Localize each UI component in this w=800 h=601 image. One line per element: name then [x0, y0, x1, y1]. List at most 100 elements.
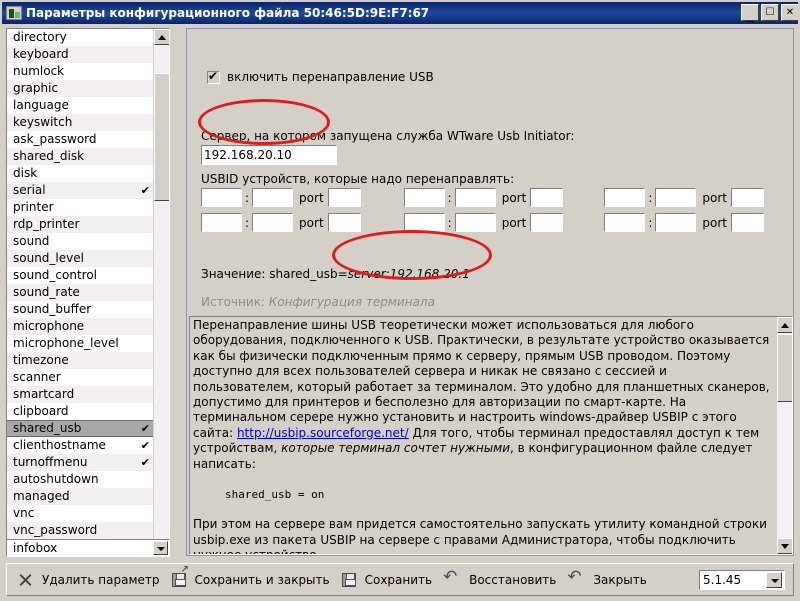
parameter-combo[interactable]: infobox — [6, 539, 170, 557]
sidebar-item-label: ask_password — [13, 131, 97, 148]
usbid-vendor-input[interactable] — [404, 188, 445, 207]
sidebar-item-sound-buffer[interactable]: sound_buffer — [7, 301, 154, 318]
restore-label: Восстановить — [469, 573, 556, 587]
sidebar-item-ask-password[interactable]: ask_password — [7, 131, 154, 148]
sidebar-item-sound-control[interactable]: sound_control — [7, 267, 154, 284]
sidebar-item-label: keyboard — [13, 46, 69, 63]
sidebar-item-clienthostname[interactable]: clienthostname✔ — [7, 437, 154, 454]
usbid-product-input[interactable] — [455, 213, 496, 232]
save-label: Сохранить — [365, 573, 433, 587]
usbid-port-input[interactable] — [328, 213, 361, 232]
description-pane: Перенаправление шины USB теоретически мо… — [189, 316, 793, 555]
sidebar-item-keyswitch[interactable]: keyswitch — [7, 114, 154, 131]
usbid-product-input[interactable] — [252, 188, 293, 207]
sidebar-item-timezone[interactable]: timezone — [7, 352, 154, 369]
description-scrollbar[interactable] — [776, 317, 792, 554]
usbid-vendor-input[interactable] — [604, 188, 645, 207]
restore-button[interactable]: Восстановить — [442, 566, 566, 594]
description-scrollbar-thumb[interactable] — [777, 334, 793, 402]
sidebar-item-scanner[interactable]: scanner — [7, 369, 154, 386]
usbid-group: :port — [201, 213, 361, 232]
parameter-list[interactable]: directorykeyboardnumlockgraphiclanguagek… — [6, 28, 170, 556]
sidebar-item-label: language — [13, 97, 69, 114]
minimize-button[interactable]: _ — [741, 4, 759, 21]
minimize-icon: _ — [742, 5, 758, 20]
version-combo[interactable]: 5.1.45 — [699, 570, 785, 590]
sidebar-item-label: sound_rate — [13, 284, 80, 301]
usbid-product-input[interactable] — [252, 213, 293, 232]
usbid-product-input[interactable] — [455, 188, 496, 207]
parameter-list-scrollbar[interactable] — [153, 29, 169, 555]
sidebar-item-clipboard[interactable]: clipboard — [7, 403, 154, 420]
sidebar-item-shared-usb[interactable]: shared_usb✔ — [7, 420, 154, 437]
port-label: port — [702, 191, 727, 205]
sidebar-item-microphone-level[interactable]: microphone_level — [7, 335, 154, 352]
usbid-port-input[interactable] — [731, 213, 764, 232]
sidebar-item-managed[interactable]: managed — [7, 488, 154, 505]
usbid-port-input[interactable] — [731, 188, 764, 207]
chevron-down-icon[interactable] — [766, 572, 782, 588]
enable-usb-redirection-row[interactable]: включить перенаправление USB — [207, 70, 434, 84]
save-and-close-button[interactable]: Сохранить и закрыть — [170, 566, 340, 594]
close-dialog-button[interactable]: Закрыть — [566, 566, 656, 594]
usbid-port-input[interactable] — [328, 188, 361, 207]
save-and-close-label: Сохранить и закрыть — [195, 573, 330, 587]
scrollbar-thumb[interactable] — [154, 73, 170, 201]
sidebar-item-printer[interactable]: printer — [7, 199, 154, 216]
value-line: Значение: shared_usb=server:192.168.20.1 — [201, 267, 470, 281]
sidebar-item-microphone[interactable]: microphone — [7, 318, 154, 335]
sidebar-item-vnc-password[interactable]: vnc_password — [7, 522, 154, 539]
usbip-link[interactable]: http://usbip.sourceforge.net/ — [237, 426, 409, 440]
server-input[interactable] — [201, 145, 337, 165]
description-scroll-down-button[interactable] — [777, 538, 793, 554]
sidebar-item-sound[interactable]: sound — [7, 233, 154, 250]
enable-usb-redirection-checkbox[interactable] — [207, 71, 220, 84]
sidebar-item-language[interactable]: language — [7, 97, 154, 114]
usbid-vendor-input[interactable] — [404, 213, 445, 232]
usbid-port-input[interactable] — [530, 213, 563, 232]
usbid-vendor-input[interactable] — [201, 188, 242, 207]
scroll-up-button[interactable] — [154, 29, 170, 45]
sidebar-item-shared-disk[interactable]: shared_disk — [7, 148, 154, 165]
usbid-group: :port — [404, 188, 564, 207]
sidebar-item-disk[interactable]: disk — [7, 165, 154, 182]
chevron-down-icon[interactable] — [153, 541, 168, 555]
titlebar[interactable]: Параметры конфигурационного файла 50:46:… — [2, 2, 800, 24]
usbid-product-input[interactable] — [655, 188, 696, 207]
save-button[interactable]: Сохранить — [340, 566, 443, 594]
sidebar-item-sound-rate[interactable]: sound_rate — [7, 284, 154, 301]
delete-parameter-button[interactable]: Удалить параметр — [15, 566, 170, 594]
maximize-button[interactable]: ☐ — [761, 4, 779, 21]
port-label: port — [502, 191, 527, 205]
undo-arrow-icon — [568, 572, 584, 588]
sidebar-item-label: sound_control — [13, 267, 97, 284]
usbid-vendor-input[interactable] — [604, 213, 645, 232]
usbid-port-input[interactable] — [530, 188, 563, 207]
usbid-colon: : — [648, 191, 652, 205]
sidebar-item-label: disk — [13, 165, 37, 182]
sidebar-item-keyboard[interactable]: keyboard — [7, 46, 154, 63]
sidebar-item-label: sound_buffer — [13, 301, 91, 318]
usbid-product-input[interactable] — [655, 213, 696, 232]
maximize-icon: ☐ — [762, 5, 778, 20]
sidebar-item-directory[interactable]: directory — [7, 29, 154, 46]
sidebar-item-smartcard[interactable]: smartcard — [7, 386, 154, 403]
sidebar-item-turnoffmenu[interactable]: turnoffmenu✔ — [7, 454, 154, 471]
description-scroll-up-button[interactable] — [777, 317, 793, 333]
sidebar-item-serial[interactable]: serial✔ — [7, 182, 154, 199]
sidebar-item-rdp-printer[interactable]: rdp_printer — [7, 216, 154, 233]
close-button[interactable]: ✕ — [781, 4, 799, 21]
triangle-up-icon — [158, 35, 166, 40]
usbid-colon: : — [448, 216, 452, 230]
source-prefix: Источник: — [201, 295, 269, 309]
delete-parameter-label: Удалить параметр — [42, 573, 160, 587]
close-icon: ✕ — [782, 5, 798, 20]
usbid-colon: : — [245, 191, 249, 205]
sidebar-item-graphic[interactable]: graphic — [7, 80, 154, 97]
sidebar-item-autoshutdown[interactable]: autoshutdown — [7, 471, 154, 488]
sidebar-item-sound-level[interactable]: sound_level — [7, 250, 154, 267]
sidebar-item-label: clipboard — [13, 403, 69, 420]
sidebar-item-numlock[interactable]: numlock — [7, 63, 154, 80]
sidebar-item-vnc[interactable]: vnc — [7, 505, 154, 522]
usbid-vendor-input[interactable] — [201, 213, 242, 232]
